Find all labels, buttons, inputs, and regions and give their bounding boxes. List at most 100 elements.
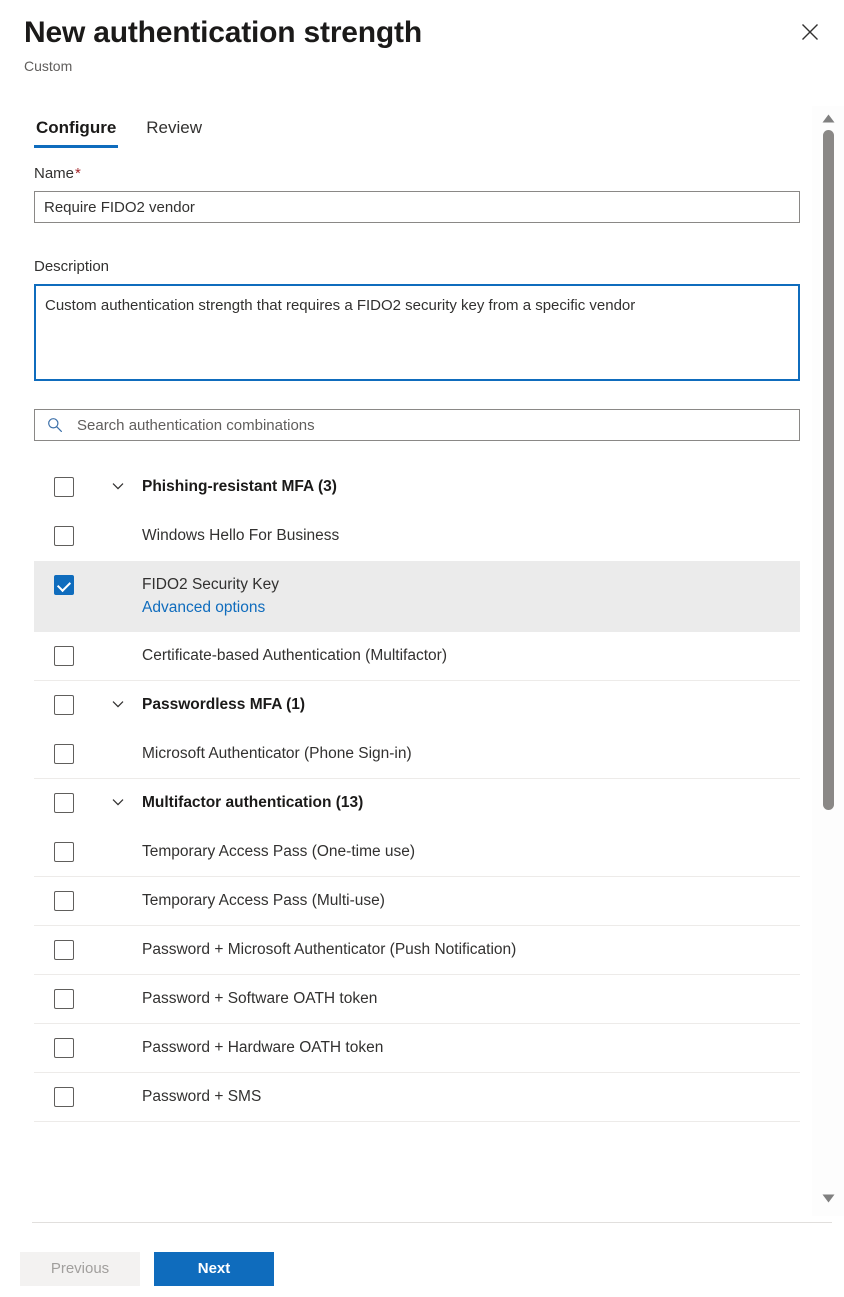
chevron-down-icon: [110, 794, 126, 815]
scroll-down-arrow-icon: [822, 1190, 835, 1208]
group-expand-toggle-multifactor-authentication[interactable]: [94, 779, 142, 815]
next-button[interactable]: Next: [154, 1251, 274, 1286]
checkbox-password-software-oath-token[interactable]: [54, 989, 74, 1009]
checkbox-temporary-access-pass-multi-use[interactable]: [54, 891, 74, 911]
checkbox-cell: [34, 463, 94, 497]
blade-content: Configure Review Name* Description Custo…: [0, 106, 812, 1216]
chevron-spacer: [94, 877, 142, 892]
search-icon: [45, 415, 65, 435]
checkbox-cell: [34, 632, 94, 666]
list-item-group[interactable]: Passwordless MFA (1): [34, 681, 800, 730]
tab-strip: Configure Review: [0, 106, 812, 154]
chevron-spacer: [94, 975, 142, 990]
list-item-label: FIDO2 Security Key: [142, 576, 279, 593]
label-cell: Password + Hardware OATH token: [142, 1024, 800, 1071]
list-item-group[interactable]: Phishing-resistant MFA (3): [34, 463, 800, 512]
checkbox-cell: [34, 877, 94, 911]
group-checkbox-passwordless-mfa[interactable]: [54, 695, 74, 715]
label-cell: Passwordless MFA (1): [142, 681, 800, 728]
label-cell: Temporary Access Pass (Multi-use): [142, 877, 800, 924]
checkbox-cell: [34, 828, 94, 862]
list-item-label: Windows Hello For Business: [142, 527, 340, 544]
chevron-spacer: [94, 926, 142, 941]
checkbox-cell: [34, 779, 94, 813]
chevron-spacer: [94, 1024, 142, 1039]
vertical-scrollbar[interactable]: [812, 106, 844, 1216]
checkbox-windows-hello-for-business[interactable]: [54, 526, 74, 546]
checkbox-cell: [34, 730, 94, 764]
list-item[interactable]: Password + SMS: [34, 1073, 800, 1122]
chevron-spacer: [94, 632, 142, 647]
close-icon: [801, 23, 819, 41]
checkbox-password-hardware-oath-token[interactable]: [54, 1038, 74, 1058]
tab-configure-label: Configure: [36, 118, 117, 137]
checkbox-cell: [34, 681, 94, 715]
scroll-host: Configure Review Name* Description Custo…: [0, 106, 844, 1216]
label-cell: Password + SMS: [142, 1073, 800, 1120]
list-item-label: Passwordless MFA (1): [142, 696, 306, 713]
group-expand-toggle-phishing-resistant-mfa[interactable]: [94, 463, 142, 499]
page-subtitle: Custom: [24, 58, 73, 74]
list-item[interactable]: Temporary Access Pass (Multi-use): [34, 877, 800, 926]
list-item-label: Temporary Access Pass (One-time use): [142, 843, 416, 860]
chevron-spacer: [94, 828, 142, 843]
chevron-spacer: [94, 1073, 142, 1088]
checkbox-certificate-based-authentication[interactable]: [54, 646, 74, 666]
group-checkbox-multifactor-authentication[interactable]: [54, 793, 74, 813]
scrollbar-thumb[interactable]: [823, 130, 834, 810]
chevron-spacer: [94, 512, 142, 527]
name-input[interactable]: [34, 191, 800, 223]
list-item-label: Password + SMS: [142, 1088, 262, 1105]
close-button[interactable]: [794, 16, 826, 48]
checkbox-password-microsoft-authenticator-push[interactable]: [54, 940, 74, 960]
label-cell: Microsoft Authenticator (Phone Sign-in): [142, 730, 800, 777]
tab-review[interactable]: Review: [144, 106, 204, 150]
list-item-selected[interactable]: FIDO2 Security Key Advanced options: [34, 561, 800, 632]
chevron-down-icon: [110, 478, 126, 499]
form-area: Name* Description Custom authentication …: [0, 154, 812, 441]
label-cell: Multifactor authentication (13): [142, 779, 800, 826]
tab-review-label: Review: [146, 118, 203, 137]
blade-footer: Previous Next: [0, 1240, 844, 1297]
checkbox-password-sms[interactable]: [54, 1087, 74, 1107]
list-item-label: Password + Hardware OATH token: [142, 1039, 384, 1056]
search-input-placeholder: Search authentication combinations: [77, 416, 315, 434]
advanced-options-link[interactable]: Advanced options: [142, 596, 265, 620]
label-cell: Windows Hello For Business: [142, 512, 800, 559]
list-item[interactable]: Password + Software OATH token: [34, 975, 800, 1024]
description-textarea[interactable]: Custom authentication strength that requ…: [34, 284, 800, 381]
group-expand-toggle-passwordless-mfa[interactable]: [94, 681, 142, 717]
checkbox-microsoft-authenticator-phone-signin[interactable]: [54, 744, 74, 764]
checkbox-cell: [34, 561, 94, 595]
label-cell: Password + Microsoft Authenticator (Push…: [142, 926, 800, 973]
checkbox-cell: [34, 1024, 94, 1058]
list-item[interactable]: Temporary Access Pass (One-time use): [34, 828, 800, 877]
list-item[interactable]: Certificate-based Authentication (Multif…: [34, 632, 800, 681]
label-cell: Password + Software OATH token: [142, 975, 800, 1022]
checkbox-cell: [34, 975, 94, 1009]
list-item[interactable]: Password + Microsoft Authenticator (Push…: [34, 926, 800, 975]
scrollbar-track[interactable]: [812, 130, 844, 1188]
group-checkbox-phishing-resistant-mfa[interactable]: [54, 477, 74, 497]
list-item[interactable]: Microsoft Authenticator (Phone Sign-in): [34, 730, 800, 779]
search-authentication-combinations[interactable]: Search authentication combinations: [34, 409, 800, 441]
label-cell: Certificate-based Authentication (Multif…: [142, 632, 800, 679]
list-item-group[interactable]: Multifactor authentication (13): [34, 779, 800, 828]
previous-button[interactable]: Previous: [20, 1251, 140, 1286]
list-item[interactable]: Windows Hello For Business: [34, 512, 800, 561]
label-cell: Phishing-resistant MFA (3): [142, 463, 800, 510]
checkbox-temporary-access-pass-one-time[interactable]: [54, 842, 74, 862]
list-item-label: Multifactor authentication (13): [142, 794, 364, 811]
checkbox-cell: [34, 926, 94, 960]
footer-divider: [32, 1222, 832, 1223]
blade-header: New authentication strength Custom: [0, 0, 844, 86]
list-item-label: Phishing-resistant MFA (3): [142, 478, 337, 495]
scroll-down-button[interactable]: [812, 1188, 844, 1210]
checkbox-fido2-security-key[interactable]: [54, 575, 74, 595]
name-field-label: Name*: [34, 164, 768, 184]
scroll-up-button[interactable]: [812, 108, 844, 130]
tab-configure[interactable]: Configure: [34, 106, 119, 150]
list-item[interactable]: Password + Hardware OATH token: [34, 1024, 800, 1073]
description-field-label: Description: [34, 258, 110, 275]
label-cell: FIDO2 Security Key Advanced options: [142, 561, 800, 632]
